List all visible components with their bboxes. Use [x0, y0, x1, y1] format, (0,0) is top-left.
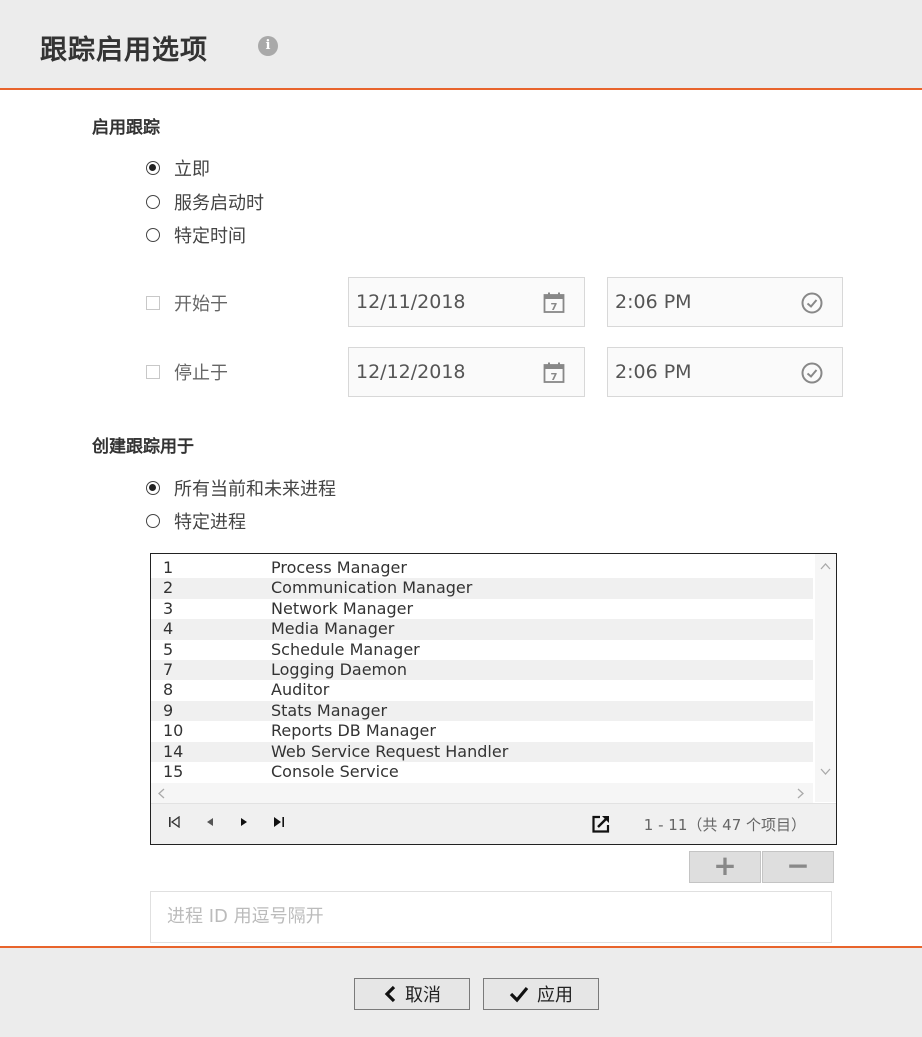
table-row[interactable]: 5 Schedule Manager — [151, 640, 813, 660]
process-rows: 1 Process Manager 2 Communication Manager 3 N… — [151, 558, 813, 782]
radio-button[interactable] — [146, 514, 160, 528]
start-time-value: 2:06 PM — [615, 291, 692, 313]
process-id-cell: 15 — [163, 761, 184, 781]
process-name-cell: Console Service — [271, 761, 399, 781]
table-row[interactable]: 1 Process Manager — [151, 558, 813, 578]
process-name-cell: Network Manager — [271, 598, 414, 618]
process-name-cell: Communication Manager — [271, 578, 473, 598]
apply-label: 应用 — [537, 985, 573, 1006]
stop-at-checkbox[interactable] — [146, 365, 160, 379]
clock-check-icon[interactable] — [800, 361, 824, 385]
stop-date-field[interactable]: 12/12/2018 7 — [348, 347, 585, 397]
process-id-cell: 5 — [163, 639, 174, 659]
radio-button[interactable] — [146, 195, 160, 209]
stop-time-value: 2:06 PM — [615, 361, 692, 383]
radio-label: 服务启动时 — [174, 193, 264, 214]
table-row[interactable]: 4 Media Manager — [151, 619, 813, 640]
radio-specific-process[interactable]: 特定进程 — [146, 509, 246, 533]
scroll-left-icon[interactable] — [157, 788, 165, 799]
radio-label: 特定时间 — [174, 226, 246, 247]
process-id-cell: 8 — [163, 680, 174, 700]
radio-specific-time[interactable]: 特定时间 — [146, 223, 246, 247]
process-id-cell: 9 — [163, 700, 174, 720]
process-id-cell: 14 — [163, 741, 184, 761]
process-name-cell: Web Service Request Handler — [271, 741, 509, 761]
start-time-field[interactable]: 2:06 PM — [607, 277, 843, 327]
table-row[interactable]: 2 Communication Manager — [151, 578, 813, 599]
radio-label: 立即 — [174, 159, 210, 180]
svg-text:7: 7 — [551, 302, 558, 313]
cancel-label: 取消 — [405, 985, 441, 1006]
process-name-cell: Stats Manager — [271, 700, 388, 720]
table-row[interactable]: 3 Network Manager — [151, 599, 813, 619]
process-name-cell: Auditor — [271, 680, 330, 700]
horizontal-scrollbar[interactable] — [151, 783, 813, 803]
header-bar: 跟踪启用选项 i — [0, 0, 922, 90]
table-row[interactable]: 10 Reports DB Manager — [151, 721, 813, 741]
chevron-left-icon — [383, 985, 397, 1003]
radio-label: 所有当前和未来进程 — [174, 479, 336, 500]
calendar-icon[interactable]: 7 — [542, 361, 566, 385]
stop-at-label: 停止于 — [174, 363, 228, 384]
radio-button-checked[interactable] — [146, 161, 160, 175]
apply-button[interactable]: 应用 — [483, 978, 599, 1010]
radio-immediate[interactable]: 立即 — [146, 156, 210, 180]
process-id-input[interactable]: 进程 ID 用逗号隔开 — [150, 891, 832, 943]
table-row[interactable]: 9 Stats Manager — [151, 700, 813, 722]
process-name-cell: Schedule Manager — [271, 639, 420, 659]
add-process-button[interactable]: + — [689, 851, 761, 883]
radio-on-service-start[interactable]: 服务启动时 — [146, 190, 264, 214]
process-name-cell: Media Manager — [271, 619, 395, 639]
process-id-cell: 2 — [163, 578, 174, 598]
create-section-title: 创建跟踪用于 — [92, 437, 194, 457]
footer-bar: 取消 应用 — [0, 946, 922, 1037]
process-list[interactable]: 1 Process Manager 2 Communication Manager 3 N… — [150, 553, 837, 845]
process-id-cell: 7 — [163, 659, 174, 679]
pager-info: 1 - 11（共 47 个项目） — [643, 816, 806, 834]
first-page-icon[interactable] — [168, 816, 180, 828]
scroll-up-icon[interactable] — [820, 562, 831, 570]
svg-text:7: 7 — [551, 372, 558, 383]
process-id-cell: 3 — [163, 598, 174, 618]
radio-all-processes[interactable]: 所有当前和未来进程 — [146, 476, 336, 500]
process-id-cell: 4 — [163, 619, 174, 639]
table-row[interactable]: 8 Auditor — [151, 680, 813, 700]
next-page-icon[interactable] — [238, 816, 250, 828]
table-row[interactable]: 14 Web Service Request Handler — [151, 741, 813, 762]
start-at-checkbox-row[interactable]: 开始于 — [146, 291, 228, 315]
last-page-icon[interactable] — [273, 816, 285, 828]
clock-check-icon[interactable] — [800, 291, 824, 315]
process-name-cell: Logging Daemon — [271, 659, 408, 679]
stop-at-checkbox-row[interactable]: 停止于 — [146, 360, 228, 384]
previous-page-icon[interactable] — [204, 816, 216, 828]
export-icon[interactable] — [591, 814, 611, 834]
table-row[interactable]: 7 Logging Daemon — [151, 659, 813, 681]
table-row[interactable]: 15 Console Service — [151, 762, 813, 782]
scroll-right-icon[interactable] — [797, 788, 805, 799]
start-date-value: 12/11/2018 — [356, 291, 466, 313]
start-date-field[interactable]: 12/11/2018 7 — [348, 277, 585, 327]
process-id-cell: 1 — [163, 558, 174, 577]
info-icon[interactable]: i — [258, 36, 278, 56]
start-at-checkbox[interactable] — [146, 296, 160, 310]
cancel-button[interactable]: 取消 — [354, 978, 470, 1010]
scroll-down-icon[interactable] — [820, 768, 831, 776]
enable-section-title: 启用跟踪 — [92, 118, 160, 138]
vertical-scrollbar[interactable] — [815, 554, 836, 802]
radio-button[interactable] — [146, 228, 160, 242]
calendar-icon[interactable]: 7 — [542, 291, 566, 315]
process-id-cell: 10 — [163, 721, 184, 741]
process-name-cell: Process Manager — [271, 558, 407, 577]
pager-bar: 1 - 11（共 47 个项目） — [151, 803, 836, 844]
radio-label: 特定进程 — [174, 512, 246, 533]
stop-date-value: 12/12/2018 — [356, 361, 466, 383]
stop-time-field[interactable]: 2:06 PM — [607, 347, 843, 397]
radio-button-checked[interactable] — [146, 481, 160, 495]
page-title: 跟踪启用选项 — [40, 35, 208, 66]
remove-process-button[interactable]: − — [762, 851, 834, 883]
process-name-cell: Reports DB Manager — [271, 721, 436, 741]
start-at-label: 开始于 — [174, 294, 228, 315]
check-icon — [509, 985, 529, 1003]
